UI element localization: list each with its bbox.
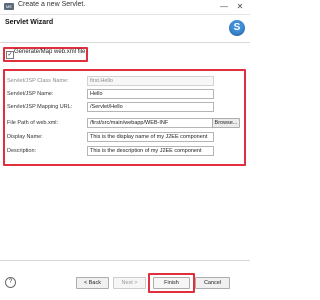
finish-button[interactable]: Finish [153, 277, 190, 289]
close-icon[interactable]: ✕ [234, 1, 246, 12]
wizard-title: Servlet Wizard [5, 19, 54, 26]
description-label: Description: [7, 148, 37, 154]
display-name-field[interactable]: This is the display name of my J2EE comp… [87, 132, 214, 142]
web-xml-path-label: File Path of web.xml: [7, 120, 59, 126]
servlet-name-field[interactable]: Hello [87, 89, 214, 99]
help-icon[interactable]: ? [5, 277, 16, 288]
class-name-field: first.Hello [87, 76, 214, 86]
back-button[interactable]: < Back [76, 277, 109, 289]
next-button[interactable]: Next > [113, 277, 146, 289]
mapping-url-field[interactable]: /Servlet/Hello [87, 102, 214, 112]
generate-map-checkbox[interactable]: ✓ [6, 51, 14, 59]
mapping-url-label: Servlet/JSP Mapping URL: [7, 104, 73, 110]
footer-separator [0, 260, 250, 261]
title-bar: ME Create a new Servlet. — ✕ [0, 0, 250, 15]
class-name-label: Servlet/JSP Class Name: [7, 78, 69, 84]
window-title: Create a new Servlet. [18, 1, 86, 8]
wizard-logo-icon: S [229, 20, 245, 36]
generate-map-label: Generate/Map web.xml file [14, 49, 86, 55]
browse-button[interactable]: Browse... [212, 118, 240, 128]
servlet-name-label: Servlet/JSP Name: [7, 91, 54, 97]
app-icon: ME [4, 3, 14, 10]
display-name-label: Display Name: [7, 134, 43, 140]
wizard-header: Servlet Wizard S [0, 15, 250, 43]
cancel-button[interactable]: Cancel [195, 277, 230, 289]
description-field[interactable]: This is the description of my J2EE compo… [87, 146, 214, 156]
web-xml-path-field[interactable]: /first/src/main/webapp/WEB-INF [87, 118, 214, 128]
minimize-icon[interactable]: — [218, 1, 230, 12]
